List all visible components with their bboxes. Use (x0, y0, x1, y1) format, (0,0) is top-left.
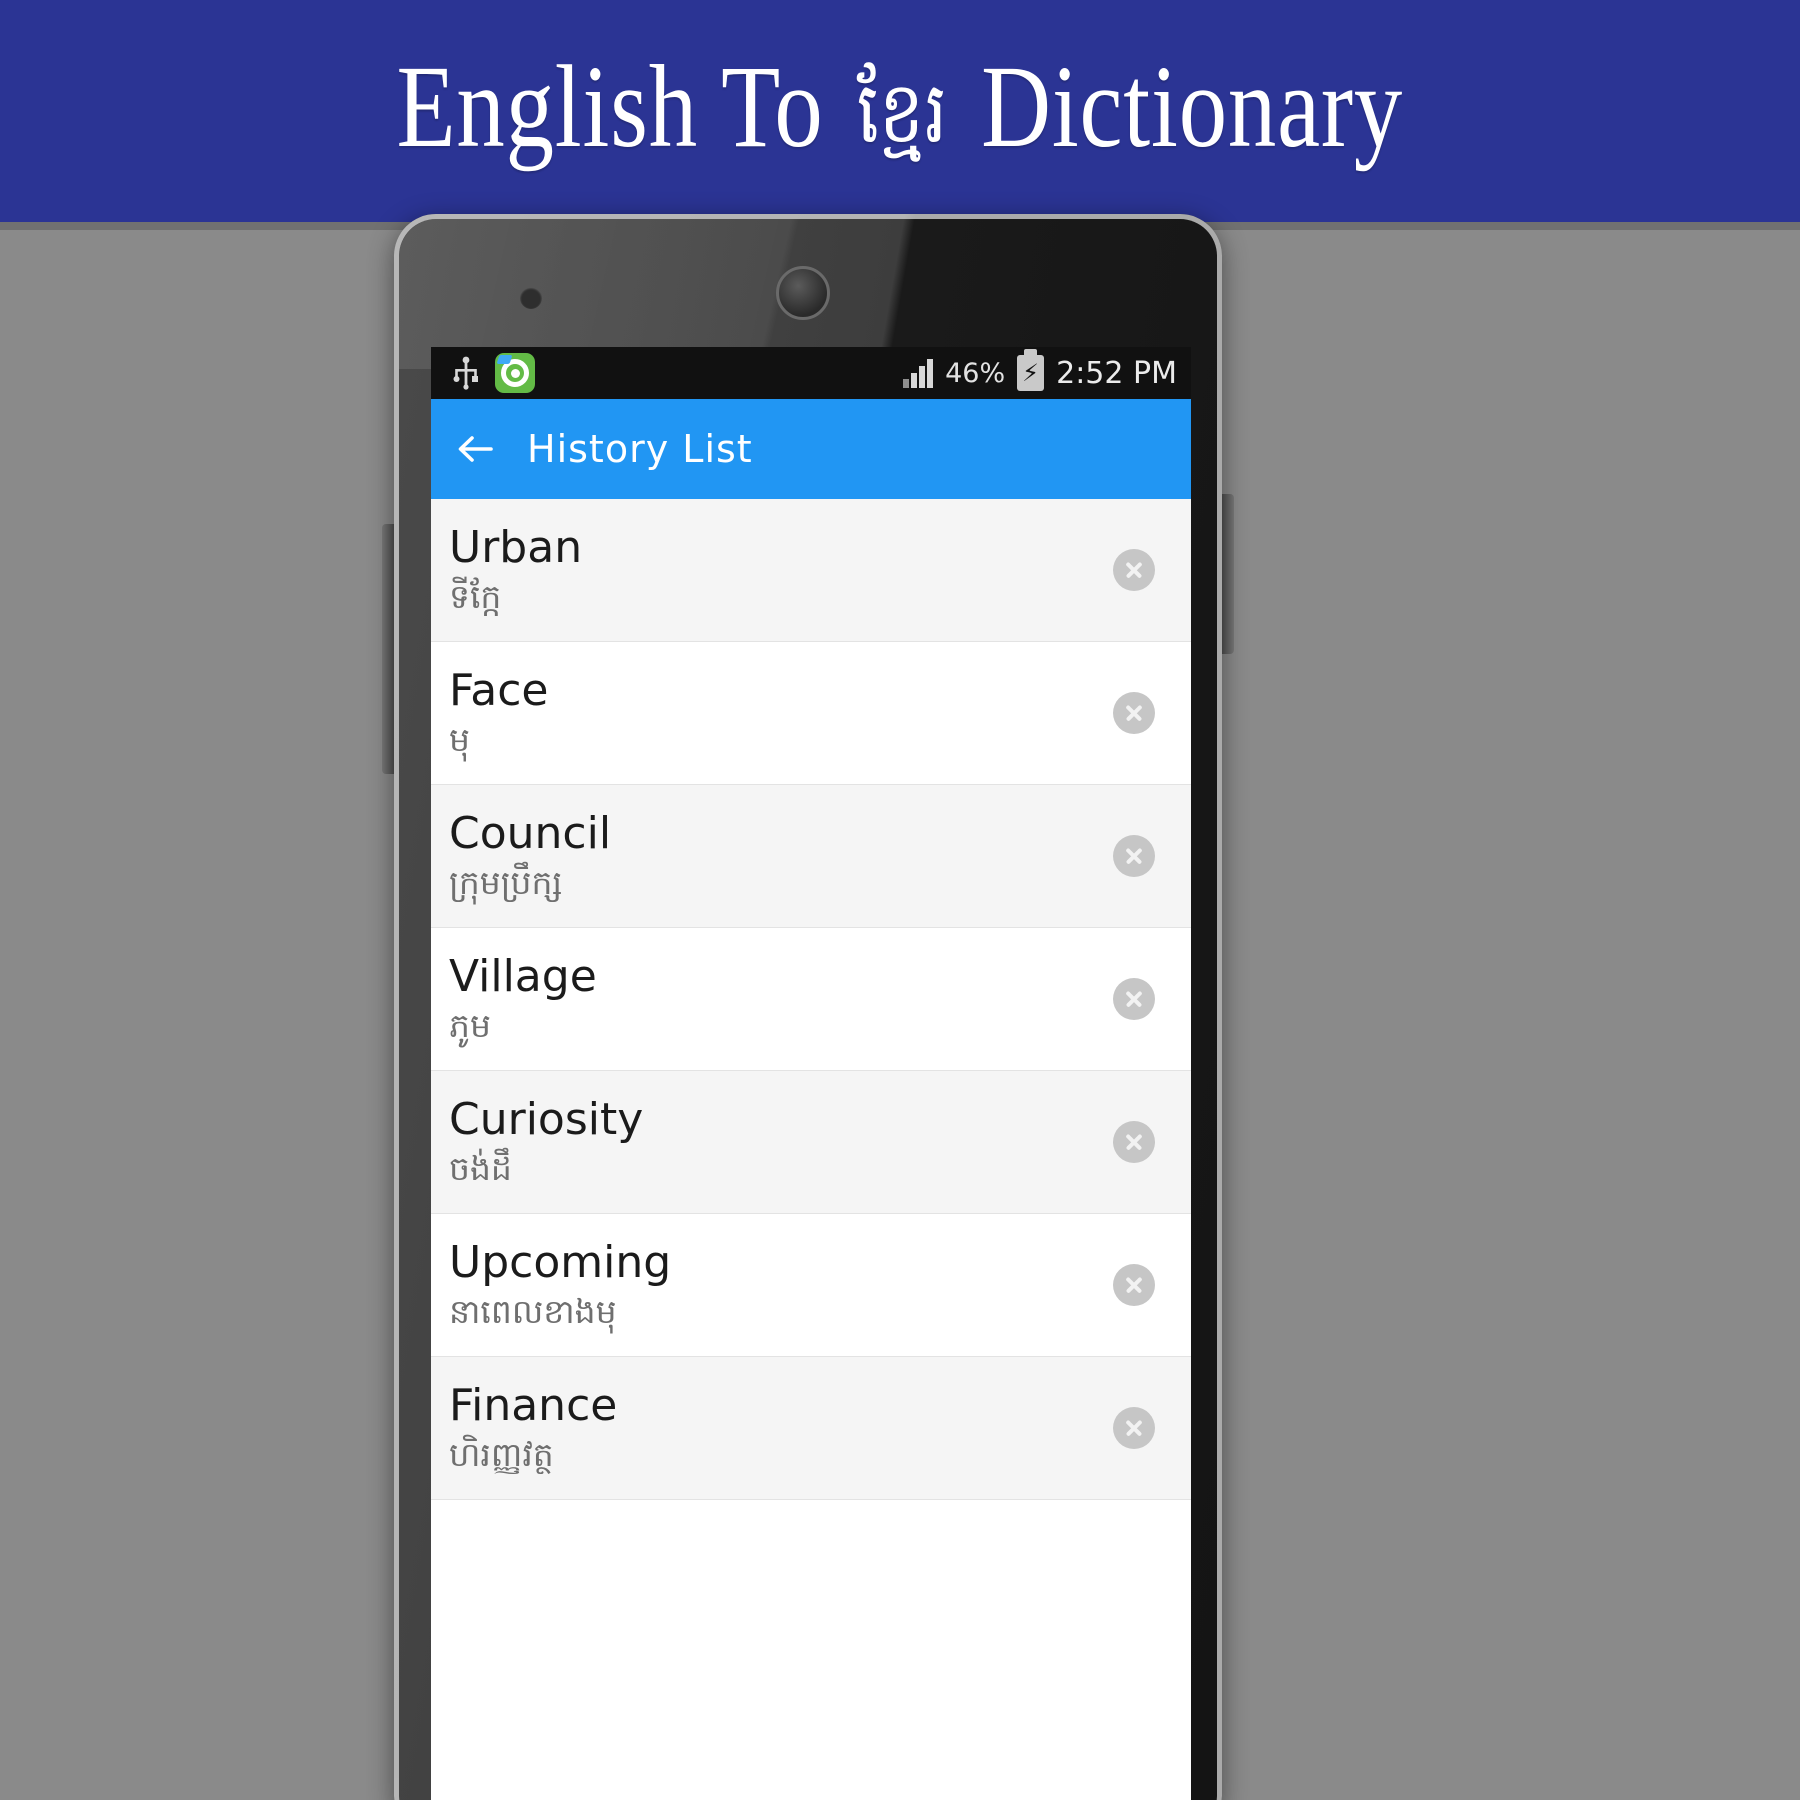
history-row[interactable]: Council ក្រុមប្រឹក្ស (431, 785, 1191, 928)
delete-circle-icon[interactable] (1113, 692, 1155, 734)
history-row[interactable]: Finance ហិរញ្ញវត្ថ (431, 1357, 1191, 1500)
phone-screen: 46% ⚡ 2:52 PM History List Urban ទីកែ្ក … (431, 347, 1191, 1800)
history-word: Village (449, 950, 597, 1002)
status-bar-right: 46% ⚡ 2:52 PM (903, 349, 1177, 391)
app-bar: History List (431, 399, 1191, 499)
screenshot-root: English To ខ្មែរ Dictionary 46% ⚡ 2:52 P… (0, 0, 1800, 1800)
banner-text-before: English To (396, 40, 824, 172)
banner-khmer-word: ខ្មែរ (856, 62, 949, 163)
recorder-dot-icon (510, 368, 520, 378)
delete-circle-icon[interactable] (1113, 1407, 1155, 1449)
history-row-texts: Face មុ (449, 664, 1113, 761)
history-translation: ទីកែ្ក (449, 577, 502, 616)
history-word: Curiosity (449, 1093, 644, 1145)
history-row-texts: Upcoming នាពេលខាងមុ (449, 1236, 1113, 1333)
history-row[interactable]: Face មុ (431, 642, 1191, 785)
delete-circle-icon[interactable] (1113, 835, 1155, 877)
power-button[interactable] (1222, 494, 1234, 654)
history-translation: ហិរញ្ញវត្ថ (449, 1435, 554, 1474)
history-translation: មុ (449, 720, 470, 759)
history-translation: ចង់ដឹ (449, 1149, 512, 1188)
history-row-texts: Village ភូម (449, 950, 1113, 1047)
history-row[interactable]: Curiosity ចង់ដឹ (431, 1071, 1191, 1214)
battery-charging-icon: ⚡ (1017, 349, 1045, 391)
cellular-signal-icon (903, 358, 934, 388)
screen-recorder-icon (495, 353, 535, 393)
charging-bolt-icon: ⚡ (1022, 359, 1040, 387)
battery-percent-label: 46% (945, 357, 1006, 389)
earpiece-icon (776, 266, 830, 320)
delete-circle-icon[interactable] (1113, 978, 1155, 1020)
history-row-texts: Curiosity ចង់ដឹ (449, 1093, 1113, 1190)
list-empty-area (431, 1500, 1191, 1660)
delete-circle-icon[interactable] (1113, 1264, 1155, 1306)
delete-circle-icon[interactable] (1113, 549, 1155, 591)
history-word: Face (449, 664, 549, 716)
history-word: Finance (449, 1379, 618, 1431)
history-row-texts: Council ក្រុមប្រឹក្ស (449, 807, 1113, 904)
phone-mockup: 46% ⚡ 2:52 PM History List Urban ទីកែ្ក … (382, 214, 1234, 1800)
page-title: History List (527, 427, 753, 471)
status-bar: 46% ⚡ 2:52 PM (431, 347, 1191, 399)
volume-button[interactable] (382, 524, 394, 774)
usb-icon (453, 356, 479, 390)
history-word: Urban (449, 521, 583, 573)
banner-title: English To ខ្មែរ Dictionary (397, 39, 1404, 184)
history-row[interactable]: Upcoming នាពេលខាងមុ (431, 1214, 1191, 1357)
front-camera-icon (520, 287, 542, 309)
history-row[interactable]: Village ភូម (431, 928, 1191, 1071)
history-row[interactable]: Urban ទីកែ្ក (431, 499, 1191, 642)
delete-circle-icon[interactable] (1113, 1121, 1155, 1163)
status-bar-clock: 2:52 PM (1056, 355, 1177, 391)
banner-text-after: Dictionary (981, 40, 1404, 172)
back-arrow-icon[interactable] (453, 427, 497, 471)
history-list[interactable]: Urban ទីកែ្ក Face មុ Council ក្រុមប្រឹក្ស Vill… (431, 499, 1191, 1500)
promo-banner: English To ខ្មែរ Dictionary (0, 0, 1800, 222)
history-translation: នាពេលខាងមុ (449, 1292, 617, 1331)
history-translation: ក្រុមប្រឹក្ស (449, 863, 563, 902)
history-translation: ភូម (449, 1006, 491, 1045)
history-row-texts: Finance ហិរញ្ញវត្ថ (449, 1379, 1113, 1476)
status-bar-left (453, 353, 535, 393)
history-word: Council (449, 807, 612, 859)
history-word: Upcoming (449, 1236, 672, 1288)
history-row-texts: Urban ទីកែ្ក (449, 521, 1113, 618)
